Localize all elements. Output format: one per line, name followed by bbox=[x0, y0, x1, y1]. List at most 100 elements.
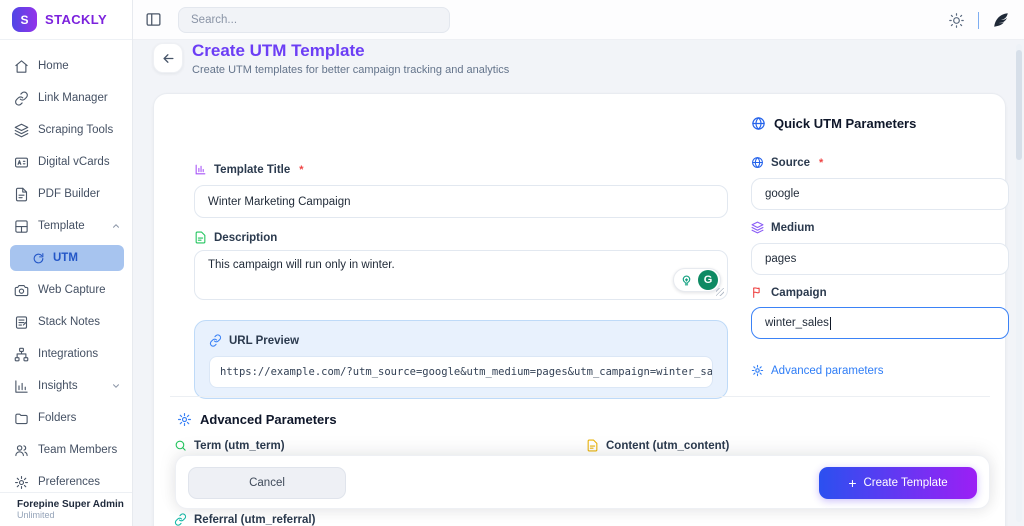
chevron-down-icon bbox=[113, 384, 119, 388]
sidebar-item-stack-notes[interactable]: Stack Notes bbox=[0, 306, 132, 338]
theme-toggle-sun-icon[interactable] bbox=[948, 12, 965, 29]
brand-logo-letter: S bbox=[20, 12, 29, 27]
sidebar-item-label: Team Members bbox=[38, 444, 118, 456]
referral-label: Referral (utm_referral) bbox=[174, 513, 315, 526]
topbar-divider bbox=[977, 11, 979, 29]
link-icon bbox=[174, 513, 187, 526]
link-icon bbox=[15, 91, 28, 106]
required-asterisk: * bbox=[299, 163, 304, 176]
sidebar-item-link-manager[interactable]: Link Manager bbox=[0, 82, 132, 114]
url-preview-label: URL Preview bbox=[209, 334, 713, 347]
grammarly-suggestion-bulb-icon[interactable] bbox=[676, 270, 696, 290]
camera-icon bbox=[14, 284, 29, 296]
sidebar-item-label: Folders bbox=[38, 412, 77, 424]
sidebar-item-web-capture[interactable]: Web Capture bbox=[0, 274, 132, 306]
folder-icon bbox=[15, 413, 28, 424]
file-text-icon bbox=[587, 439, 598, 452]
users-icon bbox=[15, 444, 28, 456]
hierarchy-icon bbox=[14, 347, 29, 361]
sidebar-item-digital-vcards[interactable]: Digital vCards bbox=[0, 146, 132, 178]
sidebar-item-scraping-tools[interactable]: Scraping Tools bbox=[0, 114, 132, 146]
sidebar-item-label: PDF Builder bbox=[38, 188, 100, 200]
description-textarea[interactable]: This campaign will run only in winter. G bbox=[194, 250, 728, 300]
scrollbar-thumb[interactable] bbox=[1016, 50, 1022, 160]
required-asterisk: * bbox=[819, 156, 824, 169]
create-template-button[interactable]: + Create Template bbox=[819, 467, 977, 499]
medium-input[interactable] bbox=[751, 243, 1009, 275]
sidebar-item-label: Template bbox=[38, 220, 85, 232]
vcard-icon bbox=[15, 157, 28, 167]
cancel-button[interactable]: Cancel bbox=[188, 467, 346, 499]
grammarly-g-icon[interactable]: G bbox=[698, 270, 718, 290]
page-scrollbar[interactable] bbox=[1016, 44, 1022, 522]
globe-icon bbox=[752, 156, 763, 169]
quick-utm-heading: Quick UTM Parameters bbox=[751, 116, 916, 131]
sidebar-item-template[interactable]: Template bbox=[0, 210, 132, 242]
description-label: Description bbox=[194, 231, 277, 244]
layers-icon bbox=[14, 123, 29, 137]
campaign-value: winter_sales bbox=[765, 317, 829, 329]
flag-icon bbox=[753, 287, 760, 298]
file-text-icon bbox=[195, 231, 206, 244]
sidebar-item-label: Digital vCards bbox=[38, 156, 110, 168]
notes-icon bbox=[15, 315, 28, 329]
gear-icon bbox=[15, 475, 28, 489]
main-content: Create UTM Template Create UTM templates… bbox=[133, 40, 1024, 526]
template-title-label: Template Title * bbox=[194, 163, 304, 176]
sidebar-item-label: Scraping Tools bbox=[38, 124, 114, 136]
textarea-resize-handle[interactable] bbox=[716, 288, 724, 296]
link-icon bbox=[209, 334, 222, 347]
brand-name: STACKLY bbox=[45, 12, 108, 27]
user-name: Forepine Super Admin bbox=[17, 499, 124, 510]
forepine-logo-icon[interactable] bbox=[992, 11, 1010, 29]
sidebar-item-label: Preferences bbox=[38, 476, 101, 488]
layers-icon bbox=[751, 221, 764, 234]
advanced-parameters-heading: Advanced Parameters bbox=[177, 412, 337, 427]
advanced-parameters-link[interactable]: Advanced parameters bbox=[751, 364, 884, 377]
sidebar-toggle-icon[interactable] bbox=[145, 11, 162, 28]
template-grid-icon bbox=[15, 219, 28, 233]
template-title-input[interactable] bbox=[194, 185, 728, 218]
content-label: Content (utm_content) bbox=[586, 439, 729, 452]
arrow-left-icon bbox=[163, 53, 173, 63]
sidebar-item-team-members[interactable]: Team Members bbox=[0, 434, 132, 466]
sidebar-item-label: Home bbox=[38, 60, 69, 72]
workspace-user[interactable]: Forepine Super Admin Unlimited bbox=[0, 492, 132, 526]
sidebar-item-label: Stack Notes bbox=[38, 316, 100, 328]
sidebar-item-label: Web Capture bbox=[38, 284, 106, 296]
sidebar: S STACKLY Home Link Manager Scraping Too… bbox=[0, 0, 133, 526]
source-label: Source * bbox=[751, 156, 823, 169]
home-icon bbox=[15, 59, 28, 73]
brand-logo[interactable]: S bbox=[12, 7, 37, 32]
sidebar-item-home[interactable]: Home bbox=[0, 50, 132, 82]
description-text: This campaign will run only in winter. bbox=[208, 259, 395, 271]
sidebar-item-insights[interactable]: Insights bbox=[0, 370, 132, 402]
page-subtitle: Create UTM templates for better campaign… bbox=[192, 64, 510, 76]
brand-row: S STACKLY bbox=[0, 0, 132, 40]
medium-label: Medium bbox=[751, 221, 814, 234]
gear-icon bbox=[177, 412, 192, 427]
sidebar-item-pdf-builder[interactable]: PDF Builder bbox=[0, 178, 132, 210]
sidebar-item-integrations[interactable]: Integrations bbox=[0, 338, 132, 370]
campaign-label: Campaign bbox=[751, 286, 827, 299]
page-title: Create UTM Template bbox=[192, 41, 365, 60]
file-icon bbox=[15, 187, 28, 201]
url-preview-panel: URL Preview https://example.com/?utm_sou… bbox=[194, 320, 728, 399]
topbar bbox=[133, 0, 1024, 40]
sidebar-nav: Home Link Manager Scraping Tools Digital… bbox=[0, 40, 132, 498]
campaign-input[interactable]: winter_sales bbox=[751, 307, 1009, 339]
utm-circular-arrow-icon bbox=[33, 252, 44, 263]
section-divider bbox=[170, 396, 990, 397]
back-button[interactable] bbox=[153, 43, 183, 73]
bar-chart-icon bbox=[15, 379, 28, 393]
search-input[interactable] bbox=[178, 7, 450, 33]
user-plan: Unlimited bbox=[17, 510, 55, 520]
sidebar-subitem-label: UTM bbox=[53, 252, 78, 264]
sidebar-subitem-utm[interactable]: UTM bbox=[10, 245, 124, 271]
action-bar: Cancel + Create Template bbox=[175, 455, 990, 509]
grammarly-widget[interactable]: G bbox=[673, 268, 721, 292]
user-meta: Forepine Super Admin Unlimited bbox=[17, 499, 124, 520]
sidebar-item-folders[interactable]: Folders bbox=[0, 402, 132, 434]
topbar-right bbox=[948, 0, 1011, 40]
source-input[interactable] bbox=[751, 178, 1009, 210]
